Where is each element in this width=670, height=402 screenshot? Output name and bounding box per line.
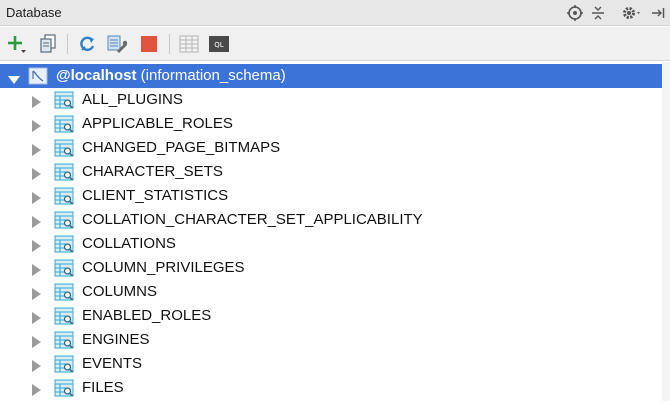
datasource-icon	[28, 67, 48, 90]
table-icon	[54, 283, 74, 306]
table-icon	[54, 163, 74, 186]
table-row[interactable]: APPLICABLE_ROLES	[0, 112, 662, 136]
host-name: @localhost	[56, 67, 137, 84]
table-row[interactable]: COLLATION_CHARACTER_SET_APPLICABILITY	[0, 208, 662, 232]
table-icon	[54, 235, 74, 258]
table-row[interactable]: COLUMNS	[0, 280, 662, 304]
table-icon	[54, 331, 74, 354]
table-icon	[54, 187, 74, 210]
table-row[interactable]: COLLATIONS	[0, 232, 662, 256]
table-icon	[54, 115, 74, 138]
collapsed-arrow-icon[interactable]	[32, 143, 41, 161]
header-separator	[610, 0, 618, 26]
properties-icon[interactable]	[106, 33, 128, 55]
database-tree: @localhost (information_schema) ALL_PLUG…	[0, 62, 670, 401]
gear-icon[interactable]	[618, 0, 646, 26]
collapsed-arrow-icon[interactable]	[32, 167, 41, 185]
table-name: COLUMNS	[82, 283, 158, 300]
tool-window-header: Database	[0, 0, 670, 26]
collapsed-arrow-icon[interactable]	[32, 239, 41, 257]
table-name: EVENTS	[82, 355, 143, 372]
table-icon	[54, 139, 74, 162]
refresh-icon[interactable]	[76, 33, 98, 55]
tree-root-localhost[interactable]: @localhost (information_schema)	[0, 64, 662, 88]
schema-name: (information_schema)	[140, 67, 286, 84]
table-row[interactable]: ALL_PLUGINS	[0, 88, 662, 112]
table-row[interactable]: CHARACTER_SETS	[0, 160, 662, 184]
table-name: CLIENT_STATISTICS	[82, 187, 229, 204]
console-icon[interactable]: QL	[208, 33, 230, 55]
collapsed-arrow-icon[interactable]	[32, 119, 41, 137]
hide-icon[interactable]	[646, 0, 670, 26]
table-name: CHARACTER_SETS	[82, 163, 223, 180]
svg-text:QL: QL	[214, 41, 224, 49]
table-row[interactable]: ENABLED_ROLES	[0, 304, 662, 328]
window-title: Database	[6, 5, 62, 20]
table-name: ENGINES	[82, 331, 150, 348]
collapsed-arrow-icon[interactable]	[32, 95, 41, 113]
collapsed-arrow-icon[interactable]	[32, 335, 41, 353]
collapsed-arrow-icon[interactable]	[32, 215, 41, 233]
toolbar-separator	[67, 34, 68, 54]
table-row[interactable]: EVENTS	[0, 352, 662, 376]
table-icon[interactable]	[178, 33, 200, 55]
toolbar: QL	[0, 27, 670, 61]
table-name: ALL_PLUGINS	[82, 91, 183, 108]
table-icon	[54, 379, 74, 402]
table-icon	[54, 307, 74, 330]
table-icon	[54, 211, 74, 234]
table-name: COLLATIONS	[82, 235, 176, 252]
add-icon[interactable]	[6, 33, 28, 55]
table-row[interactable]: ENGINES	[0, 328, 662, 352]
table-row[interactable]: COLUMN_PRIVILEGES	[0, 256, 662, 280]
table-name: COLLATION_CHARACTER_SET_APPLICABILITY	[82, 211, 423, 228]
table-icon	[54, 259, 74, 282]
table-icon	[54, 91, 74, 114]
vertical-scrollbar[interactable]	[662, 62, 670, 401]
collapsed-arrow-icon[interactable]	[32, 287, 41, 305]
table-row[interactable]: CHANGED_PAGE_BITMAPS	[0, 136, 662, 160]
toolbar-separator	[169, 34, 170, 54]
stop-icon[interactable]	[138, 33, 160, 55]
collapse-icon[interactable]	[586, 0, 610, 26]
table-row[interactable]: FILES	[0, 376, 662, 400]
root-label: @localhost (information_schema)	[56, 67, 286, 84]
collapsed-arrow-icon[interactable]	[32, 311, 41, 329]
target-icon[interactable]	[564, 0, 586, 26]
copy-icon[interactable]	[37, 33, 59, 55]
collapsed-arrow-icon[interactable]	[32, 191, 41, 209]
table-name: APPLICABLE_ROLES	[82, 115, 233, 132]
table-row[interactable]: CLIENT_STATISTICS	[0, 184, 662, 208]
table-icon	[54, 355, 74, 378]
collapsed-arrow-icon[interactable]	[32, 359, 41, 377]
table-name: CHANGED_PAGE_BITMAPS	[82, 139, 281, 156]
collapsed-arrow-icon[interactable]	[32, 263, 41, 281]
table-name: FILES	[82, 379, 124, 396]
collapsed-arrow-icon[interactable]	[32, 383, 41, 401]
table-name: COLUMN_PRIVILEGES	[82, 259, 245, 276]
table-name: ENABLED_ROLES	[82, 307, 212, 324]
